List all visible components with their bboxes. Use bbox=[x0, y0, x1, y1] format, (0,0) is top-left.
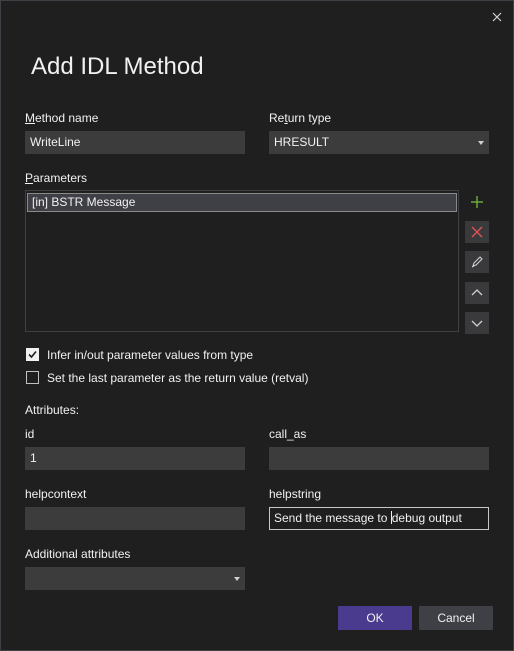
ok-button[interactable]: OK bbox=[338, 606, 412, 630]
infer-checkbox[interactable] bbox=[26, 348, 39, 361]
helpstring-label: helpstring bbox=[269, 487, 322, 501]
remove-parameter-button[interactable] bbox=[465, 221, 489, 243]
helpcontext-label: helpcontext bbox=[25, 487, 87, 501]
list-item[interactable]: [in] BSTR Message bbox=[27, 193, 457, 212]
helpcontext-input[interactable] bbox=[25, 507, 245, 530]
id-input[interactable]: 1 bbox=[25, 447, 245, 470]
call-as-label: call_as bbox=[269, 427, 307, 441]
attributes-heading: Attributes: bbox=[25, 403, 80, 417]
return-type-label-start: Re bbox=[269, 111, 285, 125]
call-as-input[interactable] bbox=[269, 447, 489, 470]
chevron-down-icon bbox=[471, 320, 483, 327]
id-label: id bbox=[25, 427, 35, 441]
return-type-value: HRESULT bbox=[274, 135, 330, 149]
parameters-label-rest: arameters bbox=[33, 171, 88, 185]
add-parameter-button[interactable] bbox=[465, 191, 489, 213]
helpstring-input[interactable]: Send the message to debug output bbox=[269, 507, 489, 530]
helpstring-text-after: debug output bbox=[391, 511, 462, 525]
checkmark-icon bbox=[28, 350, 37, 359]
close-icon bbox=[492, 12, 502, 22]
chevron-down-icon bbox=[234, 577, 240, 581]
method-name-label: Method name bbox=[25, 111, 98, 125]
method-name-input[interactable]: WriteLine bbox=[25, 131, 245, 154]
return-type-label: Return type bbox=[269, 111, 331, 125]
cancel-button[interactable]: Cancel bbox=[419, 606, 493, 630]
return-type-label-rest: urn type bbox=[287, 111, 332, 125]
parameters-label: Parameters bbox=[25, 171, 87, 185]
move-down-button[interactable] bbox=[465, 312, 489, 334]
chevron-down-icon bbox=[478, 141, 484, 145]
close-button[interactable] bbox=[488, 8, 506, 26]
edit-parameter-button[interactable] bbox=[465, 251, 489, 273]
x-icon bbox=[471, 226, 483, 238]
additional-attributes-select[interactable] bbox=[25, 567, 245, 590]
move-up-button[interactable] bbox=[465, 282, 489, 304]
additional-attributes-label: Additional attributes bbox=[25, 547, 131, 561]
parameters-label-mnemonic: P bbox=[25, 171, 34, 185]
plus-icon bbox=[471, 196, 483, 208]
method-name-label-rest: ethod name bbox=[35, 111, 99, 125]
return-type-select[interactable]: HRESULT bbox=[269, 131, 489, 154]
chevron-up-icon bbox=[471, 289, 483, 296]
method-name-label-mnemonic: M bbox=[25, 111, 35, 125]
helpstring-text-before: Send the message to bbox=[274, 511, 391, 525]
infer-label[interactable]: Infer in/out parameter values from type bbox=[47, 348, 253, 362]
parameters-list[interactable]: [in] BSTR Message bbox=[25, 190, 459, 332]
retval-checkbox[interactable] bbox=[26, 371, 39, 384]
retval-label[interactable]: Set the last parameter as the return val… bbox=[47, 371, 308, 385]
pencil-icon bbox=[471, 256, 483, 268]
dialog-title: Add IDL Method bbox=[31, 53, 204, 80]
